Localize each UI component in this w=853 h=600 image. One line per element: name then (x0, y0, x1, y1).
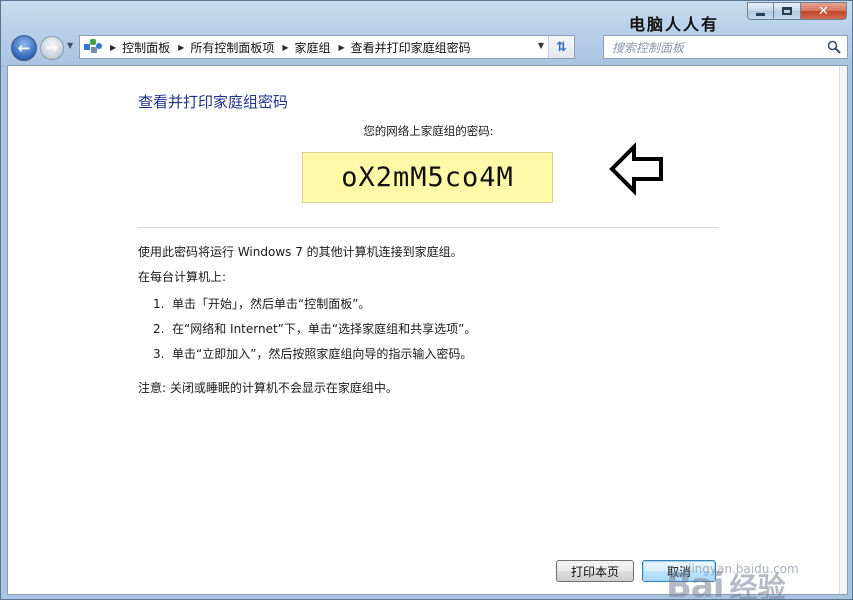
step-text: 单击「开始」，然后单击“控制面板”。 (172, 297, 371, 311)
title-watermark: 电脑人人有 (629, 15, 720, 34)
instructions-intro: 使用此密码将运行 Windows 7 的其他计算机连接到家庭组。 (138, 245, 463, 259)
search-icon[interactable] (827, 40, 841, 54)
caption-buttons: ✕ (747, 2, 847, 20)
homegroup-password: oX2mM5co4M (302, 152, 553, 203)
navigation-bar: ← → ▼ ▶ 控制面板 ▶ 所有控制面板项 ▶ 家庭组 ▶ 查看并打印家庭组密… (7, 33, 848, 61)
address-bar[interactable]: ▶ 控制面板 ▶ 所有控制面板项 ▶ 家庭组 ▶ 查看并打印家庭组密码 ▼ ⇅ (79, 35, 575, 59)
step-number: 2. (153, 322, 165, 336)
print-page-button[interactable]: 打印本页 (556, 560, 634, 582)
page-title: 查看并打印家庭组密码 (138, 93, 289, 111)
baidu-brand-suffix: 经验 (729, 571, 786, 600)
step-text: 单击“立即加入”，然后按照家庭组向导的指示输入密码。 (172, 347, 473, 361)
chevron-right-icon[interactable]: ▶ (282, 43, 288, 52)
instruction-step-1: 1. 单击「开始」，然后单击“控制面板”。 (153, 295, 370, 312)
instructions-heading: 在每台计算机上: (138, 270, 227, 284)
back-button[interactable]: ← (11, 35, 37, 61)
scrollbar-track[interactable] (839, 66, 847, 594)
forward-button[interactable]: → (40, 36, 64, 60)
maximize-button[interactable] (774, 2, 801, 20)
instruction-step-3: 3. 单击“立即加入”，然后按照家庭组向导的指示输入密码。 (153, 345, 472, 362)
breadcrumb-current-page[interactable]: 查看并打印家庭组密码 (351, 39, 471, 56)
explorer-window: 电脑人人有 ✕ ← → ▼ ▶ 控制面板 ▶ 所有控制面板项 ▶ 家庭组 ▶ 查… (0, 0, 853, 600)
step-text: 在“网络和 Internet”下，单击“选择家庭组和共享选项”。 (172, 322, 477, 336)
chevron-right-icon[interactable]: ▶ (178, 43, 184, 52)
left-arrow-annotation-icon (609, 142, 663, 196)
cancel-button[interactable]: 取消 (642, 560, 716, 582)
note-text: 注意: 关闭或睡眠的计算机不会显示在家庭组中。 (138, 381, 398, 395)
address-history-dropdown-icon[interactable]: ▼ (538, 41, 544, 50)
maximize-icon (782, 7, 792, 15)
breadcrumb-control-panel[interactable]: 控制面板 (122, 39, 170, 56)
arrow-right-icon: → (46, 40, 58, 56)
section-divider (138, 227, 718, 228)
minimize-icon (756, 12, 765, 16)
search-input[interactable]: 搜索控制面板 (603, 35, 848, 59)
close-icon: ✕ (818, 3, 829, 19)
refresh-button[interactable]: ⇅ (548, 36, 574, 58)
password-label: 您的网络上家庭组的密码: (363, 124, 494, 138)
close-button[interactable]: ✕ (801, 2, 847, 20)
content-pane: 查看并打印家庭组密码 您的网络上家庭组的密码: oX2mM5co4M 使用此密码… (7, 65, 848, 600)
refresh-icon: ⇅ (556, 39, 567, 55)
arrow-left-icon: ← (17, 39, 31, 57)
chevron-right-icon[interactable]: ▶ (110, 43, 116, 52)
breadcrumb-homegroup[interactable]: 家庭组 (295, 39, 331, 56)
minimize-button[interactable] (747, 2, 774, 20)
control-panel-icon (84, 39, 102, 55)
step-number: 1. (153, 297, 165, 311)
breadcrumb-all-items[interactable]: 所有控制面板项 (190, 39, 274, 56)
instruction-step-2: 2. 在“网络和 Internet”下，单击“选择家庭组和共享选项”。 (153, 320, 476, 337)
search-placeholder: 搜索控制面板 (612, 40, 685, 55)
recent-pages-dropdown-icon[interactable]: ▼ (67, 41, 73, 50)
step-number: 3. (153, 347, 165, 361)
chevron-right-icon[interactable]: ▶ (339, 43, 345, 52)
